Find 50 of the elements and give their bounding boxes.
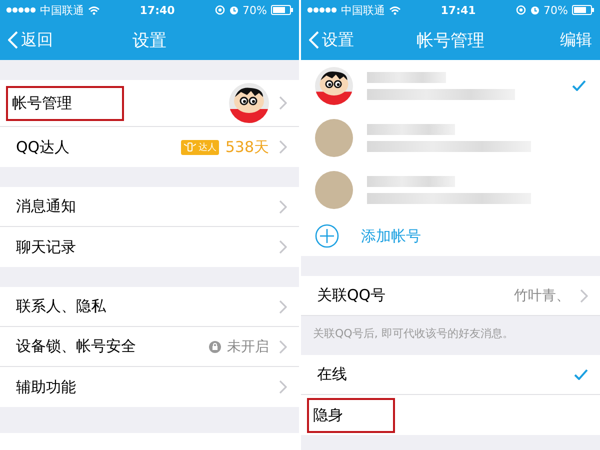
row-label: 辅助功能	[15, 376, 77, 398]
cartoon-avatar-drawing	[315, 67, 353, 105]
chevron-icon	[279, 96, 287, 110]
row-value: 竹叶青、	[514, 286, 570, 304]
chevron-icon	[279, 240, 287, 254]
alarm-icon	[228, 5, 239, 15]
chevron-icon	[580, 288, 588, 302]
phone-wings-icon	[184, 142, 196, 152]
row-label: 在线	[316, 364, 348, 385]
photo-placeholder	[315, 119, 353, 157]
page-title: 帐号管理	[416, 30, 484, 52]
battery-percent: 70%	[242, 4, 267, 16]
highlighted-row-label: 帐号管理	[8, 88, 122, 118]
clock-time: 17:40	[140, 4, 175, 16]
chevron-icon	[279, 140, 287, 154]
carrier-name: 中国联通	[341, 2, 385, 18]
add-circle-icon	[315, 224, 339, 248]
back-chevron-icon	[8, 31, 18, 49]
talent-badge: 达人	[181, 140, 220, 154]
highlighted-row-label: 隐身	[309, 400, 393, 430]
lock-icon	[209, 340, 221, 352]
back-chevron-icon	[309, 31, 319, 49]
row-label: 聊天记录	[15, 236, 77, 258]
battery-icon	[572, 5, 594, 15]
row-label: 联系人、隐私	[15, 296, 107, 317]
chevron-icon	[279, 380, 287, 394]
settings-row[interactable]: 帐号管理	[0, 80, 299, 127]
battery-percent: 70%	[544, 4, 568, 16]
signal-icon	[6, 7, 36, 13]
row-label: 消息通知	[15, 196, 77, 217]
photo-placeholder	[315, 171, 353, 209]
row-label: QQ达人	[15, 136, 71, 158]
clock-time: 17:41	[440, 4, 476, 16]
row-label: 设备锁、帐号安全	[15, 336, 137, 357]
carrier-name: 中国联通	[40, 2, 84, 18]
wifi-icon	[389, 6, 401, 14]
cartoon-avatar-drawing	[229, 83, 269, 123]
row-value: 未开启	[227, 338, 269, 356]
chevron-icon	[279, 200, 287, 214]
row-label: 关联QQ号	[316, 285, 387, 306]
battery-icon	[271, 5, 293, 15]
chevron-icon	[279, 340, 287, 354]
signal-icon	[307, 7, 337, 13]
days-count: 538天	[225, 138, 269, 156]
settings-row[interactable]: 关联QQ号 竹叶青、	[301, 276, 600, 316]
alarm-icon	[530, 5, 540, 15]
wifi-icon	[88, 6, 100, 14]
page-title: 设置	[132, 30, 166, 52]
chevron-icon	[279, 300, 287, 314]
hint-text: 关联QQ号后, 即可代收该号的好友消息。	[312, 326, 514, 342]
